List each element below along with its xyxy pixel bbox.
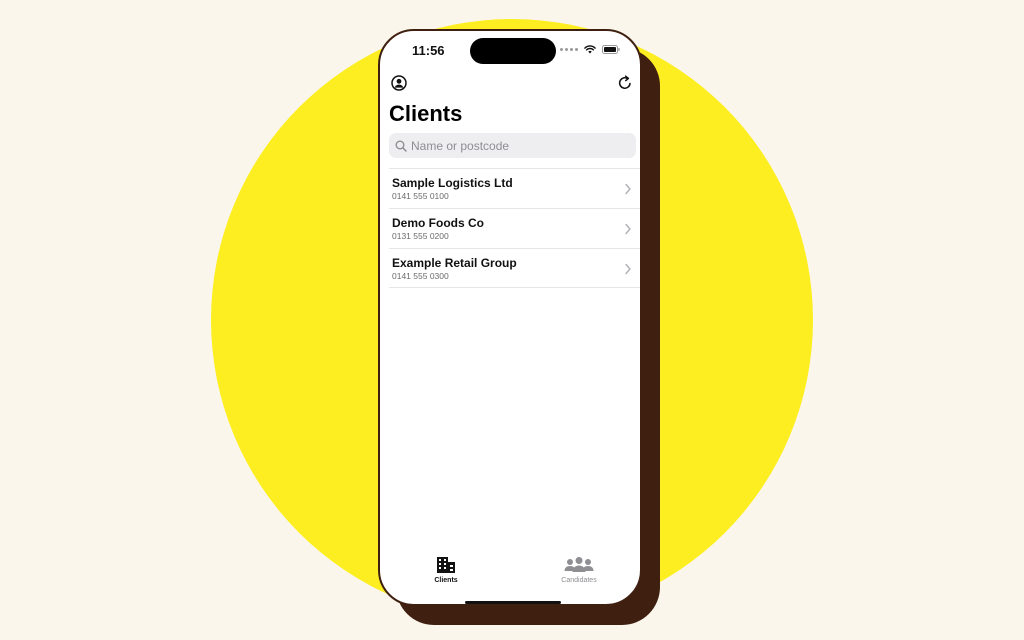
signal-icon <box>560 48 578 51</box>
tab-candidates[interactable]: Candidates <box>539 556 619 590</box>
page-title: Clients <box>389 101 463 126</box>
client-phone: 0131 555 0200 <box>392 231 449 241</box>
search-bar[interactable] <box>389 133 636 158</box>
chevron-right-icon <box>625 223 631 235</box>
chevron-right-icon <box>625 183 631 195</box>
tab-bar: Clients Candidates <box>380 556 640 596</box>
navigation-bar <box>380 71 640 97</box>
client-name: Demo Foods Co <box>392 216 484 230</box>
clients-list: Sample Logistics Ltd 0141 555 0100 Demo … <box>389 168 640 288</box>
client-name: Sample Logistics Ltd <box>392 176 513 190</box>
stage: 11:56 Clients Name or postcode Sample Lo… <box>0 0 1024 640</box>
client-phone: 0141 555 0300 <box>392 271 449 281</box>
profile-button[interactable] <box>389 73 409 93</box>
status-bar: 11:56 <box>380 31 640 71</box>
client-name: Example Retail Group <box>392 256 517 270</box>
person-circle-icon <box>391 75 407 91</box>
tab-clients[interactable]: Clients <box>406 556 486 590</box>
client-row[interactable]: Demo Foods Co 0131 555 0200 <box>389 208 640 248</box>
home-indicator[interactable] <box>465 601 561 604</box>
phone-screen: 11:56 Clients Name or postcode Sample Lo… <box>378 29 642 606</box>
refresh-icon <box>618 75 631 89</box>
people-icon <box>564 557 594 572</box>
battery-icon <box>602 45 620 54</box>
chevron-right-icon <box>625 263 631 275</box>
tab-clients-label: Clients <box>434 577 458 584</box>
search-icon <box>395 140 407 152</box>
client-row[interactable]: Sample Logistics Ltd 0141 555 0100 <box>389 168 640 208</box>
tab-candidates-label: Candidates <box>561 577 597 584</box>
building-icon <box>437 557 455 573</box>
client-row[interactable]: Example Retail Group 0141 555 0300 <box>389 248 640 288</box>
status-time: 11:56 <box>412 43 445 58</box>
refresh-button[interactable] <box>615 73 635 93</box>
wifi-icon <box>584 45 596 54</box>
dynamic-island <box>470 38 556 64</box>
client-phone: 0141 555 0100 <box>392 191 449 201</box>
search-input[interactable] <box>411 138 611 153</box>
status-icons <box>560 45 620 54</box>
